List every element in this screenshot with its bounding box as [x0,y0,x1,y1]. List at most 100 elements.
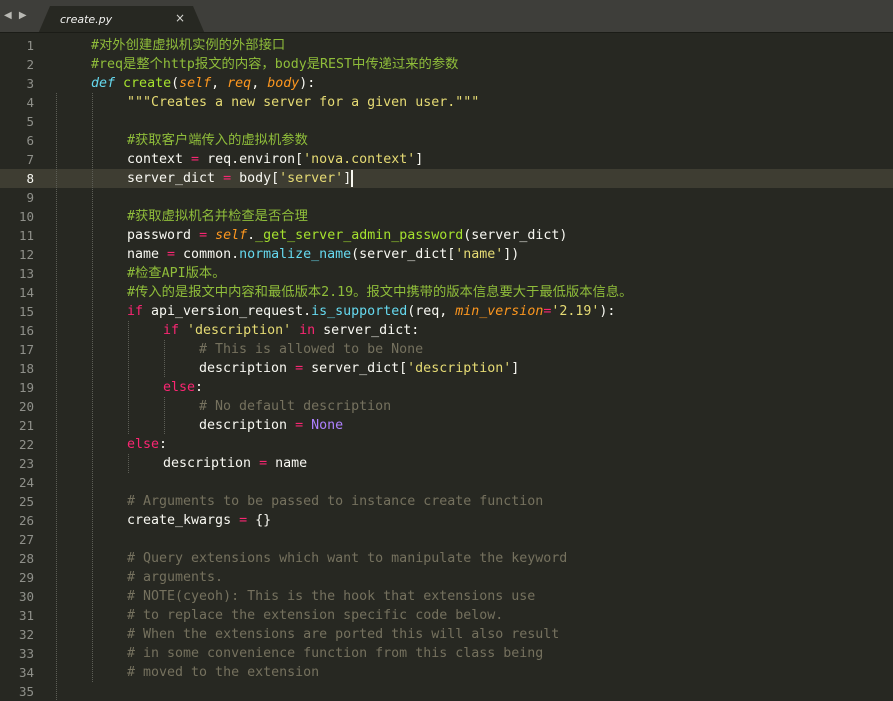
code-line[interactable]: 1 #对外创建虚拟机实例的外部接口 [0,36,893,55]
code-line[interactable]: 25 # Arguments to be passed to instance c… [0,492,893,511]
line-number: 26 [18,513,34,528]
code-line[interactable]: 2 #req是整个http报文的内容，body是REST中传递过来的参数 [0,55,893,74]
code-token: else [127,437,160,452]
code-token: # This is allowed to be None [199,342,424,357]
code-token: '2.19' [551,304,600,319]
indent-guide [128,454,129,473]
line-number: 28 [18,551,34,566]
tab-create-py[interactable]: create.py × [38,6,205,34]
code-text: #对外创建虚拟机实例的外部接口 [91,36,285,55]
code-token: description [199,418,296,433]
line-number: 8 [26,171,34,186]
code-token: 'description' [407,361,512,376]
code-token: in [299,323,316,338]
code-token: : [195,380,204,395]
code-text: """Creates a new server for a given user… [127,93,479,112]
code-line[interactable]: 24 [0,473,893,492]
code-token: body[ [231,171,280,186]
code-text: #req是整个http报文的内容，body是REST中传递过来的参数 [91,55,458,74]
code-token: #对外创建虚拟机实例的外部接口 [91,38,286,53]
code-line[interactable]: 28 # Query extensions which want to manip… [0,549,893,568]
code-line[interactable]: 5 [0,112,893,131]
code-token: def [91,76,116,91]
line-number: 32 [18,627,34,642]
code-line[interactable]: 27 [0,530,893,549]
code-line[interactable]: 33 # in some convenience function from th… [0,644,893,663]
code-line[interactable]: 6 #获取客户端传入的虚拟机参数 [0,131,893,150]
code-line[interactable]: 11 password = self._get_server_admin_pass… [0,226,893,245]
code-line[interactable]: 23 description = name [0,454,893,473]
code-line[interactable]: 7 context = req.environ['nova.context'] [0,150,893,169]
code-line[interactable]: 32 # When the extensions are ported this … [0,625,893,644]
code-line[interactable]: 13 #检查API版本。 [0,264,893,283]
line-number: 17 [18,342,34,357]
code-token: name [127,247,168,262]
code-line[interactable]: 29 # arguments. [0,568,893,587]
line-number: 19 [18,380,34,395]
text-cursor [351,170,353,187]
close-tab-icon[interactable]: × [175,11,185,25]
code-token: : [159,437,168,452]
tab-bar: ◀ ▶ create.py × [0,0,893,34]
code-line[interactable]: 22 else: [0,435,893,454]
code-token: ] [511,361,520,376]
code-line[interactable]: 9 [0,188,893,207]
code-line[interactable]: 34 # moved to the extension [0,663,893,682]
code-line[interactable]: 30 # NOTE(cyeoh): This is the hook that e… [0,587,893,606]
code-text: # in some convenience function from this… [127,644,543,663]
code-line[interactable]: 17 # This is allowed to be None [0,340,893,359]
code-text: else: [163,378,203,397]
code-text: # Query extensions which want to manipul… [127,549,567,568]
code-token: _get_server_admin_password [255,228,464,243]
code-line[interactable]: 26 create_kwargs = {} [0,511,893,530]
code-line[interactable]: 8 server_dict = body['server'] [0,169,893,188]
code-token: # Query extensions which want to manipul… [127,551,568,566]
code-token: #检查API版本。 [127,266,226,281]
code-text: #传入的是报文中内容和最低版本2.19。报文中携带的版本信息要大于最低版本信息。 [127,283,632,302]
code-token: create_kwargs [127,513,240,528]
code-text: # NOTE(cyeoh): This is the hook that ext… [127,587,535,606]
tab-nav-arrows-icon[interactable]: ◀ ▶ [4,10,29,21]
code-token: description [163,456,260,471]
line-number: 10 [18,209,34,224]
indent-guide [164,340,165,378]
code-line[interactable]: 19 else: [0,378,893,397]
code-token: description [199,361,296,376]
code-line[interactable]: 16 if 'description' in server_dict: [0,321,893,340]
code-token: ( [171,76,180,91]
code-token: = [167,247,176,262]
code-token: server_dict[ [303,361,408,376]
code-line[interactable]: 15 if api_version_request.is_supported(re… [0,302,893,321]
code-line[interactable]: 21 description = None [0,416,893,435]
code-token: = [191,152,200,167]
line-number: 16 [18,323,34,338]
code-token: (server_dict[ [351,247,456,262]
code-line[interactable]: 35 [0,682,893,701]
code-line[interactable]: 31 # to replace the extension specific co… [0,606,893,625]
code-token: (server_dict) [463,228,568,243]
code-token: None [311,418,344,433]
line-number: 24 [18,475,34,490]
code-text: # This is allowed to be None [199,340,423,359]
code-editor[interactable]: 1 #对外创建虚拟机实例的外部接口 2 #req是整个http报文的内容，body是R… [0,35,893,701]
code-line[interactable]: 12 name = common.normalize_name(server_di… [0,245,893,264]
code-line[interactable]: 3 def create(self, req, body): [0,74,893,93]
code-line[interactable]: 4 """Creates a new server for a given use… [0,93,893,112]
code-line[interactable]: 20 # No default description [0,397,893,416]
line-number: 14 [18,285,34,300]
code-line[interactable]: 10 #获取虚拟机名并检查是否合理 [0,207,893,226]
line-number: 29 [18,570,34,585]
code-token: # Arguments to be passed to instance cre… [127,494,544,509]
code-token: = [295,418,304,433]
code-token: ]) [503,247,520,262]
code-token: {} [247,513,272,528]
code-text: # to replace the extension specific code… [127,606,503,625]
code-line[interactable]: 18 description = server_dict['description… [0,359,893,378]
code-text: name = common.normalize_name(server_dict… [127,245,519,264]
code-line[interactable]: 14 #传入的是报文中内容和最低版本2.19。报文中携带的版本信息要大于最低版本信… [0,283,893,302]
code-text: #检查API版本。 [127,264,226,283]
